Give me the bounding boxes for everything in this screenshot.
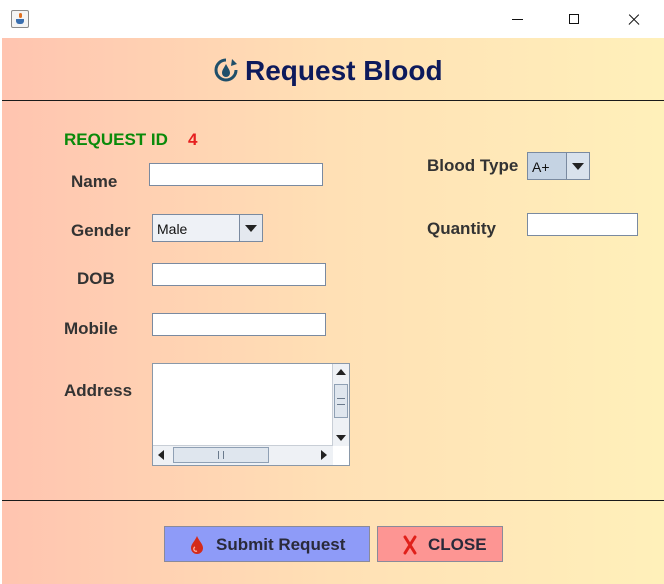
dob-label: DOB bbox=[77, 269, 115, 288]
request-blood-window: Request Blood REQUEST ID 4 Name Gender M… bbox=[0, 0, 664, 584]
blood-drop-icon bbox=[191, 536, 203, 554]
gender-select[interactable]: Male bbox=[152, 214, 263, 242]
header-divider bbox=[2, 100, 664, 101]
scroll-right-icon[interactable] bbox=[315, 446, 333, 464]
minimize-button[interactable] bbox=[498, 6, 538, 34]
form-panel: Request Blood REQUEST ID 4 Name Gender M… bbox=[2, 38, 664, 584]
request-id-value: 4 bbox=[188, 130, 198, 149]
close-window-button[interactable] bbox=[613, 6, 653, 34]
name-label: Name bbox=[71, 172, 118, 191]
title-bar bbox=[0, 0, 664, 38]
chevron-down-icon[interactable] bbox=[239, 215, 262, 241]
footer-divider bbox=[2, 500, 664, 501]
chevron-down-icon[interactable] bbox=[566, 153, 589, 179]
blood-type-label: Blood Type bbox=[427, 156, 519, 175]
scroll-thumb[interactable] bbox=[173, 447, 269, 463]
page-title: Request Blood bbox=[245, 55, 443, 86]
java-app-icon bbox=[11, 10, 29, 28]
header: Request Blood bbox=[2, 38, 664, 100]
submit-request-label: Submit Request bbox=[216, 535, 346, 554]
close-label: CLOSE bbox=[428, 535, 487, 554]
close-button[interactable]: CLOSE bbox=[377, 526, 503, 562]
maximize-button[interactable] bbox=[555, 6, 595, 34]
red-x-icon bbox=[403, 535, 417, 555]
quantity-label: Quantity bbox=[427, 219, 496, 238]
dob-input[interactable] bbox=[152, 263, 326, 286]
scroll-down-icon[interactable] bbox=[333, 430, 349, 446]
gender-selected-value: Male bbox=[157, 221, 188, 237]
scroll-thumb[interactable] bbox=[334, 384, 348, 418]
address-textarea[interactable] bbox=[152, 363, 350, 466]
request-id-label: REQUEST ID bbox=[64, 130, 168, 149]
scroll-left-icon[interactable] bbox=[153, 446, 171, 464]
scroll-up-icon[interactable] bbox=[333, 364, 349, 380]
blood-type-selected-value: A+ bbox=[532, 159, 550, 175]
blood-type-select[interactable]: A+ bbox=[527, 152, 590, 180]
address-label: Address bbox=[64, 381, 133, 400]
gender-label: Gender bbox=[71, 221, 131, 240]
quantity-input[interactable] bbox=[527, 213, 638, 236]
blood-drop-refresh-icon bbox=[214, 58, 238, 82]
mobile-label: Mobile bbox=[64, 319, 118, 338]
address-horizontal-scrollbar[interactable] bbox=[153, 445, 333, 465]
mobile-input[interactable] bbox=[152, 313, 326, 336]
address-vertical-scrollbar[interactable] bbox=[332, 364, 349, 446]
submit-request-button[interactable]: Submit Request bbox=[164, 526, 370, 562]
name-input[interactable] bbox=[149, 163, 323, 186]
